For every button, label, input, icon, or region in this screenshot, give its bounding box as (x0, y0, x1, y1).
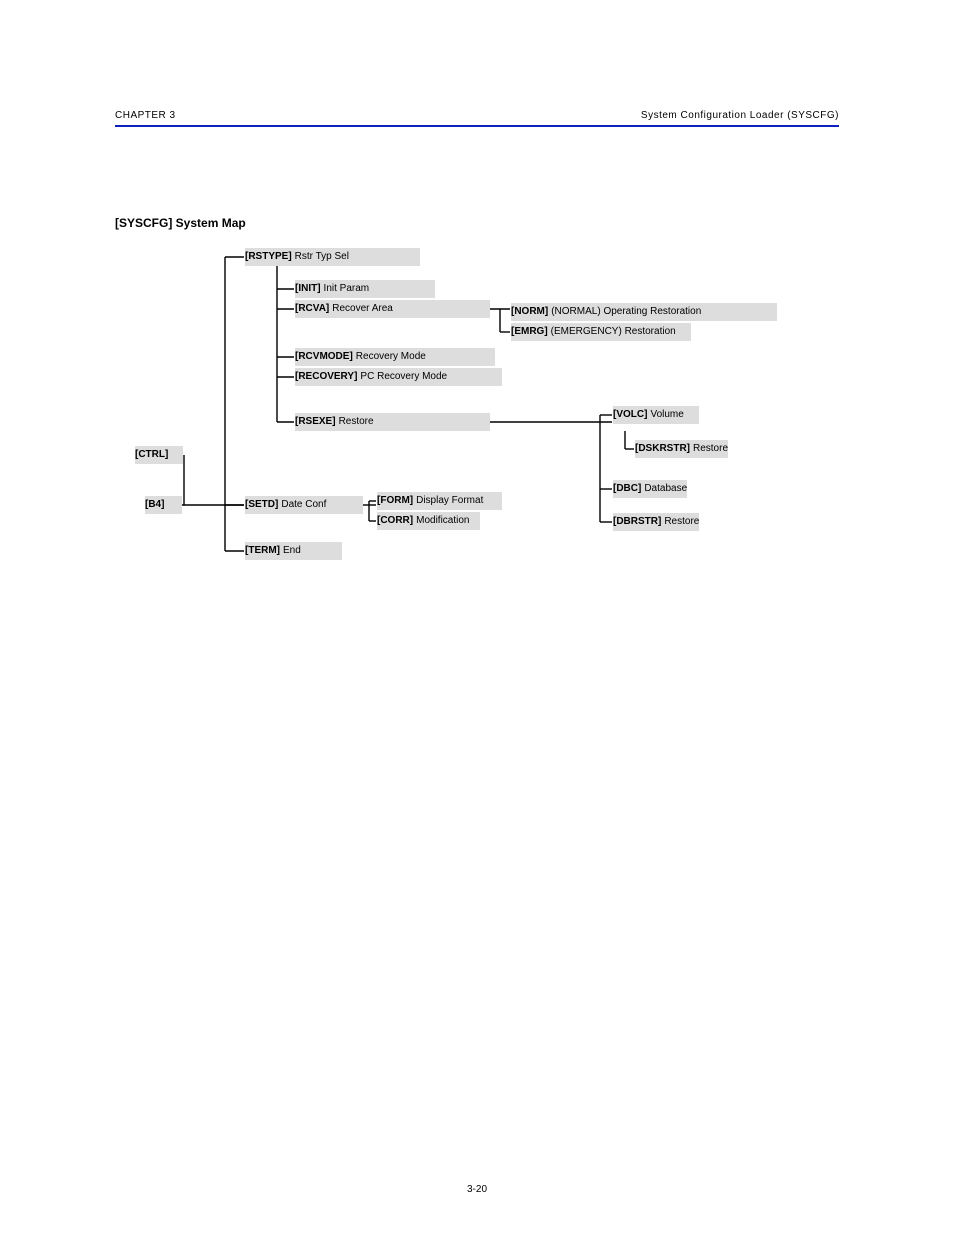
node-label: End (283, 545, 301, 556)
tree-node-emrg: [EMRG](EMERGENCY) Restoration (511, 323, 693, 341)
node-keyword: [INIT] (295, 283, 321, 294)
tree-node-rstype: [RSTYPE]Rstr Typ Sel (245, 248, 422, 266)
node-box: [SETD]Date Conf (245, 496, 363, 514)
node-box: [B4] (145, 496, 182, 514)
node-keyword: [CTRL] (135, 449, 168, 460)
tree-node-rcvmode: [RCVMODE]Recovery Mode (295, 348, 497, 366)
node-label: PC Recovery Mode (360, 371, 447, 382)
node-keyword: [RECOVERY] (295, 371, 357, 382)
tree-node-volc: [VOLC]Volume (613, 406, 701, 424)
node-box: [CTRL] (135, 446, 183, 464)
page-header: CHAPTER 3 System Configuration Loader (S… (115, 110, 839, 135)
node-label: Recovery Mode (356, 351, 426, 362)
node-box: [TERM]End (245, 542, 342, 560)
node-label: Display Format (416, 495, 483, 506)
node-box: [DBC]Database (613, 480, 687, 498)
menu-tree-diagram: [CTRL] [B4] [RSTYPE]Rstr Typ Sel [INIT]Init… (135, 240, 835, 600)
node-keyword: [VOLC] (613, 409, 647, 420)
tree-node-form: [FORM]Display Format (377, 492, 504, 510)
system-map-title: [SYSCFG] System Map (115, 216, 246, 230)
node-label: Restore (339, 416, 374, 427)
tree-node-ctrl: [CTRL] (135, 446, 185, 464)
tree-node-dbrstr: [DBRSTR]Restore (613, 513, 701, 531)
node-label: Database (644, 483, 687, 494)
node-box: [CORR]Modification (377, 512, 480, 530)
node-keyword: [RCVMODE] (295, 351, 353, 362)
node-keyword: [FORM] (377, 495, 413, 506)
tree-node-norm: [NORM](NORMAL) Operating Restoration (511, 303, 779, 321)
node-label: Init Param (324, 283, 370, 294)
node-label: Restore (664, 516, 699, 527)
tree-node-dbc: [DBC]Database (613, 480, 689, 498)
node-label: Rstr Typ Sel (295, 251, 349, 262)
node-label: Volume (650, 409, 683, 420)
node-box: [DBRSTR]Restore (613, 513, 699, 531)
node-keyword: [NORM] (511, 306, 548, 317)
node-box: [EMRG](EMERGENCY) Restoration (511, 323, 691, 341)
node-box: [INIT]Init Param (295, 280, 435, 298)
tree-node-corr: [CORR]Modification (377, 512, 482, 530)
node-keyword: [CORR] (377, 515, 413, 526)
node-box: [NORM](NORMAL) Operating Restoration (511, 303, 777, 321)
node-box: [FORM]Display Format (377, 492, 502, 510)
section-label: System Configuration Loader (SYSCFG) (641, 110, 839, 121)
node-box: [RECOVERY]PC Recovery Mode (295, 368, 502, 386)
tree-node-setd: [SETD]Date Conf (245, 496, 365, 514)
node-keyword: [SETD] (245, 499, 278, 510)
node-box: [RSEXE]Restore (295, 413, 490, 431)
node-box: [VOLC]Volume (613, 406, 699, 424)
node-keyword: [RCVA] (295, 303, 329, 314)
tree-node-init: [INIT]Init Param (295, 280, 437, 298)
node-label: (NORMAL) Operating Restoration (551, 306, 701, 317)
node-box: [DSKRSTR]Restore (635, 440, 728, 458)
node-label: (EMERGENCY) Restoration (551, 326, 676, 337)
node-keyword: [DBRSTR] (613, 516, 661, 527)
node-keyword: [DSKRSTR] (635, 443, 690, 454)
node-label: Date Conf (281, 499, 326, 510)
tree-node-rcva: [RCVA]Recover Area (295, 300, 492, 318)
node-label: Restore (693, 443, 728, 454)
page-number: 3-20 (0, 1184, 954, 1195)
node-label: Modification (416, 515, 469, 526)
node-keyword: [RSTYPE] (245, 251, 292, 262)
header-rule (115, 125, 839, 127)
node-box: [RCVA]Recover Area (295, 300, 490, 318)
node-box: [RCVMODE]Recovery Mode (295, 348, 495, 366)
chapter-label: CHAPTER 3 (115, 110, 176, 121)
node-keyword: [EMRG] (511, 326, 548, 337)
tree-node-rsexe: [RSEXE]Restore (295, 413, 492, 431)
tree-node-term: [TERM]End (245, 542, 344, 560)
tree-node-recovery: [RECOVERY]PC Recovery Mode (295, 368, 504, 386)
tree-node-b4: [B4] (145, 496, 184, 514)
tree-node-dskrstr: [DSKRSTR]Restore (635, 440, 730, 458)
node-keyword: [B4] (145, 499, 164, 510)
node-label: Recover Area (332, 303, 393, 314)
node-keyword: [RSEXE] (295, 416, 336, 427)
node-box: [RSTYPE]Rstr Typ Sel (245, 248, 420, 266)
node-keyword: [DBC] (613, 483, 641, 494)
node-keyword: [TERM] (245, 545, 280, 556)
